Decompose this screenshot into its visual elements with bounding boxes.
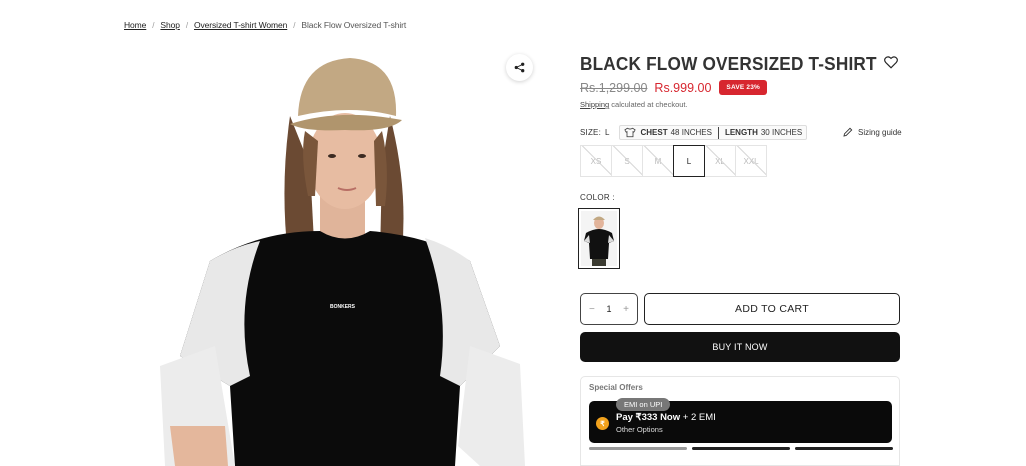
add-to-cart-button[interactable]: ADD TO CART bbox=[644, 293, 900, 325]
length-value: 30 INCHES bbox=[760, 128, 803, 137]
shipping-text: calculated at checkout. bbox=[609, 100, 688, 109]
product-image[interactable]: BONKERS bbox=[140, 46, 540, 466]
price-original: Rs.1,299.00 bbox=[580, 80, 648, 95]
svg-text:BONKERS: BONKERS bbox=[330, 304, 356, 310]
tshirt-icon bbox=[624, 127, 637, 138]
size-option-xxl[interactable]: XXL bbox=[735, 145, 767, 177]
color-swatch-black[interactable] bbox=[578, 208, 620, 269]
size-option-xl[interactable]: XL bbox=[704, 145, 736, 177]
breadcrumb-separator: / bbox=[152, 20, 155, 30]
rupee-coin-icon: ₹ bbox=[596, 417, 609, 430]
pencil-icon bbox=[843, 127, 853, 137]
carousel-dot[interactable] bbox=[692, 447, 790, 450]
price-sale: Rs.999.00 bbox=[654, 80, 712, 95]
measure-divider bbox=[717, 126, 719, 139]
quantity-value[interactable]: 1 bbox=[606, 304, 611, 314]
breadcrumb: Home / Shop / Oversized T-shirt Women / … bbox=[124, 20, 406, 30]
carousel-dot[interactable] bbox=[589, 447, 687, 450]
quantity-decrease-button[interactable]: − bbox=[589, 304, 595, 315]
save-badge: SAVE 23% bbox=[719, 80, 768, 95]
chest-value: 48 INCHES bbox=[670, 128, 712, 137]
color-label: COLOR : bbox=[580, 193, 615, 202]
breadcrumb-category[interactable]: Oversized T-shirt Women bbox=[194, 20, 287, 30]
size-info: SIZE: L CHEST 48 INCHES LENGTH 30 INCHES bbox=[580, 125, 808, 140]
share-button[interactable] bbox=[506, 54, 533, 81]
quantity-increase-button[interactable]: + bbox=[623, 304, 629, 315]
quantity-stepper: − 1 + bbox=[580, 293, 638, 325]
emi-offer-text: Pay ₹333 Now + 2 EMI bbox=[616, 412, 716, 423]
shipping-note: Shipping calculated at checkout. bbox=[580, 100, 688, 109]
size-option-s[interactable]: S bbox=[611, 145, 643, 177]
shipping-link[interactable]: Shipping bbox=[580, 100, 609, 109]
swatch-thumbnail bbox=[581, 211, 617, 266]
special-offers-panel: Special Offers EMI on UPI ₹ Pay ₹333 Now… bbox=[580, 376, 900, 466]
size-selected-value: L bbox=[605, 128, 610, 137]
carousel-dot[interactable] bbox=[795, 447, 893, 450]
size-selector: XS S M L XL XXL bbox=[580, 145, 767, 177]
breadcrumb-home[interactable]: Home bbox=[124, 20, 146, 30]
sizing-guide-link[interactable]: Sizing guide bbox=[843, 127, 902, 137]
sizing-guide-label: Sizing guide bbox=[858, 127, 902, 137]
price-row: Rs.1,299.00 Rs.999.00 SAVE 23% bbox=[580, 80, 768, 95]
emi-installments: + 2 EMI bbox=[680, 412, 716, 423]
chest-label: CHEST bbox=[640, 128, 668, 137]
share-icon bbox=[514, 62, 525, 73]
product-title: BLACK FLOW OVERSIZED T-SHIRT bbox=[580, 53, 877, 74]
size-option-l[interactable]: L bbox=[673, 145, 705, 177]
size-option-xs[interactable]: XS bbox=[580, 145, 612, 177]
size-label: SIZE: bbox=[580, 128, 602, 137]
offers-carousel-indicator bbox=[589, 447, 898, 450]
emi-other-options: Other Options bbox=[616, 425, 663, 434]
offers-title: Special Offers bbox=[589, 383, 643, 392]
heart-icon[interactable] bbox=[884, 56, 898, 69]
breadcrumb-shop[interactable]: Shop bbox=[160, 20, 180, 30]
product-photo: BONKERS bbox=[140, 46, 540, 466]
length-label: LENGTH bbox=[724, 128, 758, 137]
breadcrumb-separator: / bbox=[185, 20, 188, 30]
size-measurements: CHEST 48 INCHES LENGTH 30 INCHES bbox=[619, 125, 808, 140]
breadcrumb-separator: / bbox=[293, 20, 296, 30]
emi-pay-now: Pay ₹333 Now bbox=[616, 412, 681, 423]
size-option-m[interactable]: M bbox=[642, 145, 674, 177]
buy-it-now-button[interactable]: BUY IT NOW bbox=[580, 332, 900, 362]
emi-tag: EMI on UPI bbox=[616, 398, 671, 411]
breadcrumb-current: Black Flow Oversized T-shirt bbox=[301, 20, 407, 30]
